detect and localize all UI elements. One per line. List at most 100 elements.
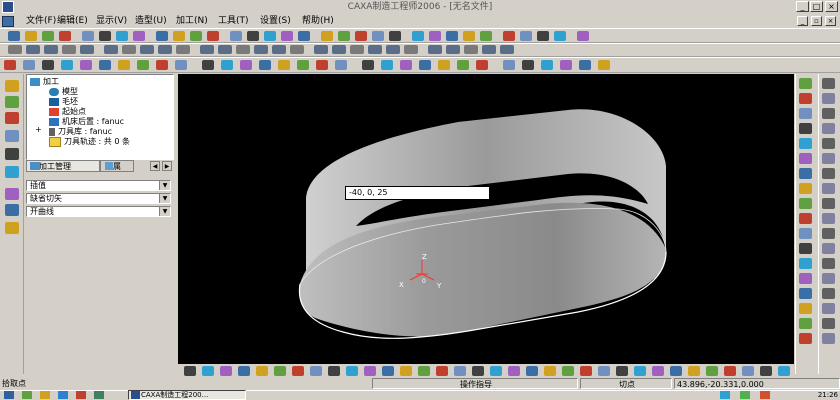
- toolbar-icon[interactable]: [314, 45, 328, 54]
- curve-tool-icon[interactable]: [799, 318, 812, 329]
- toolbar-icon[interactable]: [175, 60, 187, 70]
- toolbar-icon[interactable]: [80, 45, 94, 54]
- toolbar-icon[interactable]: [44, 45, 58, 54]
- toolbar-icon[interactable]: [59, 31, 71, 41]
- toolbar-icon[interactable]: [254, 45, 268, 54]
- geometry-tool-icon[interactable]: [822, 78, 835, 89]
- bottom-tool-icon[interactable]: [472, 366, 484, 376]
- toolbar-icon[interactable]: [476, 60, 488, 70]
- bottom-tool-icon[interactable]: [274, 366, 286, 376]
- bottom-tool-icon[interactable]: [256, 366, 268, 376]
- document-icon[interactable]: [2, 16, 14, 27]
- geometry-tool-icon[interactable]: [822, 303, 835, 314]
- toolbar-icon[interactable]: [404, 45, 418, 54]
- geometry-tool-icon[interactable]: [822, 168, 835, 179]
- menu-machining[interactable]: 加工(N): [176, 14, 208, 28]
- toolbar-icon[interactable]: [362, 60, 374, 70]
- toolbar-icon[interactable]: [429, 31, 441, 41]
- curve-tool-icon[interactable]: [799, 198, 812, 209]
- taskbar-window-button[interactable]: CAXA制造工程200...: [128, 390, 246, 400]
- toolbar-icon[interactable]: [500, 45, 514, 54]
- bottom-tool-icon[interactable]: [634, 366, 646, 376]
- toolbar-icon[interactable]: [247, 31, 259, 41]
- curve-tool-icon[interactable]: [799, 243, 812, 254]
- curve-tool-icon[interactable]: [799, 153, 812, 164]
- toolbar-icon[interactable]: [482, 45, 496, 54]
- toolbar-icon[interactable]: [236, 45, 250, 54]
- bottom-tool-icon[interactable]: [724, 366, 736, 376]
- toolbar-icon[interactable]: [202, 60, 214, 70]
- bottom-tool-icon[interactable]: [202, 366, 214, 376]
- app-icon[interactable]: [2, 1, 14, 13]
- toolbar-icon[interactable]: [218, 45, 232, 54]
- toolbar-icon[interactable]: [332, 45, 346, 54]
- geometry-tool-icon[interactable]: [822, 243, 835, 254]
- toolbar-icon[interactable]: [104, 45, 118, 54]
- toolbar-icon[interactable]: [133, 31, 145, 41]
- toolbar-icon[interactable]: [438, 60, 450, 70]
- bottom-tool-icon[interactable]: [346, 366, 358, 376]
- toolbar-icon[interactable]: [42, 60, 54, 70]
- left-tool-icon[interactable]: [5, 112, 19, 124]
- bottom-tool-icon[interactable]: [382, 366, 394, 376]
- toolbar-icon[interactable]: [99, 31, 111, 41]
- curve-tool-icon[interactable]: [799, 333, 812, 344]
- toolbar-icon[interactable]: [173, 31, 185, 41]
- toolbar-icon[interactable]: [272, 45, 286, 54]
- toolbar-icon[interactable]: [297, 60, 309, 70]
- bottom-tool-icon[interactable]: [508, 366, 520, 376]
- quicklaunch-icon[interactable]: [4, 391, 14, 399]
- toolbar-icon[interactable]: [298, 31, 310, 41]
- tree-item-toolpath[interactable]: 刀具轨迹 : 共 0 条: [49, 136, 130, 147]
- tab-scroll-right-button[interactable]: ▶: [162, 161, 172, 171]
- geometry-tool-icon[interactable]: [822, 93, 835, 104]
- curve-tool-icon[interactable]: [799, 168, 812, 179]
- menu-tools[interactable]: 工具(T): [218, 14, 249, 28]
- bottom-tool-icon[interactable]: [778, 366, 790, 376]
- toolbar-icon[interactable]: [554, 31, 566, 41]
- graphics-viewport[interactable]: Z X Y 0: [178, 74, 794, 364]
- tray-icon[interactable]: [740, 391, 750, 399]
- toolbar-icon[interactable]: [419, 60, 431, 70]
- geometry-tool-icon[interactable]: [822, 108, 835, 119]
- toolbar-icon[interactable]: [82, 31, 94, 41]
- tray-icon[interactable]: [720, 391, 730, 399]
- curve-tool-icon[interactable]: [799, 288, 812, 299]
- toolbar-icon[interactable]: [99, 60, 111, 70]
- bottom-tool-icon[interactable]: [562, 366, 574, 376]
- geometry-tool-icon[interactable]: [822, 138, 835, 149]
- expand-icon[interactable]: +: [35, 126, 43, 134]
- bottom-tool-icon[interactable]: [580, 366, 592, 376]
- left-tool-icon[interactable]: [5, 130, 19, 142]
- minimize-button[interactable]: _: [796, 1, 809, 12]
- toolbar-icon[interactable]: [156, 31, 168, 41]
- bottom-tool-icon[interactable]: [526, 366, 538, 376]
- quicklaunch-icon[interactable]: [22, 391, 32, 399]
- left-tool-icon[interactable]: [5, 204, 19, 216]
- geometry-tool-icon[interactable]: [822, 273, 835, 284]
- curve-tool-icon[interactable]: [799, 93, 812, 104]
- bottom-tool-icon[interactable]: [670, 366, 682, 376]
- geometry-tool-icon[interactable]: [822, 123, 835, 134]
- curve-tool-icon[interactable]: [799, 303, 812, 314]
- toolbar-icon[interactable]: [176, 45, 190, 54]
- bottom-tool-icon[interactable]: [742, 366, 754, 376]
- left-tool-icon[interactable]: [5, 188, 19, 200]
- toolbar-icon[interactable]: [42, 31, 54, 41]
- bottom-tool-icon[interactable]: [652, 366, 664, 376]
- toolbar-icon[interactable]: [8, 45, 22, 54]
- bottom-tool-icon[interactable]: [418, 366, 430, 376]
- toolbar-icon[interactable]: [80, 60, 92, 70]
- close-button[interactable]: ×: [825, 1, 838, 12]
- toolbar-icon[interactable]: [156, 60, 168, 70]
- toolbar-icon[interactable]: [264, 31, 276, 41]
- bottom-tool-icon[interactable]: [220, 366, 232, 376]
- menu-view[interactable]: 显示(V): [96, 14, 127, 28]
- quicklaunch-icon[interactable]: [94, 391, 104, 399]
- toolbar-icon[interactable]: [503, 31, 515, 41]
- toolbar-icon[interactable]: [400, 60, 412, 70]
- status-snap-mode[interactable]: 切点: [580, 378, 672, 389]
- menu-modeling[interactable]: 造型(U): [135, 14, 167, 28]
- toolbar-icon[interactable]: [522, 60, 534, 70]
- toolbar-icon[interactable]: [446, 45, 460, 54]
